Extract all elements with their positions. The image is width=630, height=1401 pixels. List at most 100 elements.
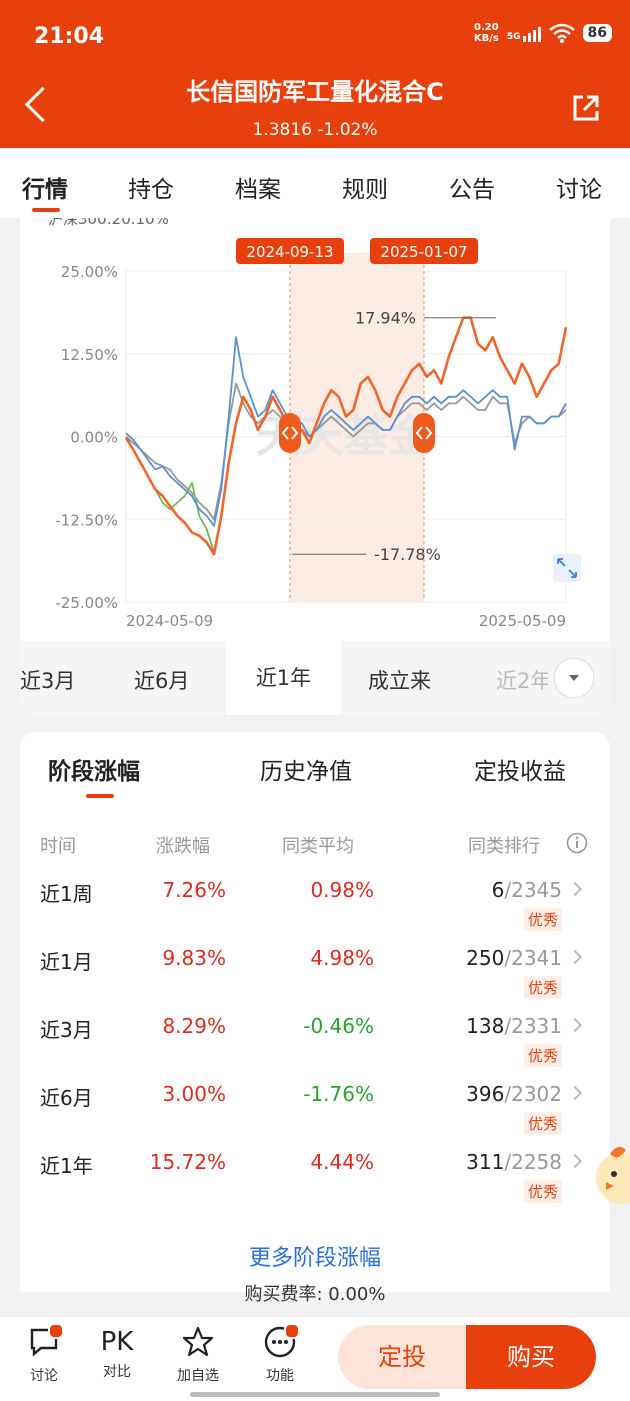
home-indicator (190, 1392, 440, 1397)
period-3m[interactable]: 近3月 (20, 665, 75, 695)
row-period: 近1周 (40, 882, 93, 906)
x-tick-label: 2025-05-09 (479, 612, 566, 630)
subtab-indicator (86, 794, 114, 798)
row-change: 8.29% (162, 1014, 226, 1038)
range-drag-handle[interactable] (413, 413, 435, 453)
max-label: 17.94% (355, 309, 416, 328)
row-peer-avg: 0.98% (310, 878, 374, 902)
tab-announcements[interactable]: 公告 (449, 170, 495, 204)
compare-button[interactable]: PK 对比 (87, 1325, 147, 1381)
tab-rules[interactable]: 规则 (342, 170, 388, 204)
battery-icon: 86 (582, 24, 612, 42)
row-change: 9.83% (162, 946, 226, 970)
expand-periods-button[interactable] (554, 658, 594, 698)
bottom-bar: 讨论 PK 对比 加自选 功能 定投 购买 (0, 1316, 630, 1401)
header-peer-avg: 同类平均 (282, 836, 354, 857)
tab-holdings[interactable]: 持仓 (128, 170, 174, 204)
period-since-inception[interactable]: 成立来 (368, 665, 431, 695)
tab-market[interactable]: 行情 (22, 170, 68, 204)
row-peer-avg: 4.44% (310, 1150, 374, 1174)
more-stage-returns-link[interactable]: 更多阶段涨幅 (20, 1240, 610, 1272)
row-period: 近3月 (40, 1018, 93, 1042)
row-peer-avg: 4.98% (310, 946, 374, 970)
range-date-tag: 2025-01-07 (370, 238, 478, 264)
status-time: 21:04 (34, 24, 105, 49)
wifi-icon (548, 23, 575, 43)
page-title: 长信国防军工量化混合C (186, 78, 444, 106)
y-tick-label: 12.50% (61, 346, 118, 364)
row-rank: 6/2345 (491, 878, 562, 902)
rank-badge: 优秀 (523, 1180, 562, 1203)
subtab-nav-history[interactable]: 历史净值 (260, 752, 352, 786)
row-rank: 138/2331 (466, 1014, 562, 1038)
range-date-label: 2025-01-07 (380, 243, 467, 261)
star-icon (182, 1326, 214, 1357)
table-row[interactable]: 近1周 7.26% 0.98% 6/2345 优秀 (20, 866, 610, 934)
pk-icon: PK (100, 1327, 134, 1357)
rank-badge: 优秀 (523, 976, 562, 999)
chevron-right-icon (567, 949, 583, 965)
chevron-down-icon (569, 675, 579, 681)
header-peer-rank: 同类排行 (468, 836, 540, 857)
notification-dot (48, 1323, 64, 1339)
period-2y[interactable]: 近2年 (496, 665, 548, 695)
buy-button[interactable]: 购买 (466, 1325, 596, 1389)
table-row[interactable]: 近1年 15.72% 4.44% 311/2258 优秀 (20, 1138, 610, 1206)
net-speed: 0.20 KB/s (473, 22, 499, 44)
range-drag-handle[interactable] (279, 413, 301, 453)
y-tick-label: 25.00% (61, 263, 118, 281)
tab-discussion[interactable]: 讨论 (556, 170, 602, 204)
row-rank: 250/2341 (466, 946, 562, 970)
y-tick-label: -12.50% (55, 511, 118, 529)
table-row[interactable]: 近6月 3.00% -1.76% 396/2302 优秀 (20, 1070, 610, 1138)
chevron-right-icon (567, 1085, 583, 1101)
fullscreen-icon-bg (553, 554, 581, 582)
period-6m[interactable]: 近6月 (134, 665, 189, 695)
mascot-icon[interactable] (592, 1142, 630, 1206)
x-tick-label: 2024-05-09 (126, 612, 213, 630)
rank-badge: 优秀 (523, 908, 562, 931)
row-change: 3.00% (162, 1082, 226, 1106)
subtab-fixed-returns[interactable]: 定投收益 (474, 752, 566, 786)
table-row[interactable]: 近1月 9.83% 4.98% 250/2341 优秀 (20, 934, 610, 1002)
performance-chart[interactable]: 25.00% 12.50% 0.00% -12.50% -25.00% 2024-05-0… (20, 218, 610, 638)
discuss-button[interactable]: 讨论 (14, 1323, 74, 1385)
returns-card: 阶段涨幅 历史净值 定投收益 时间 涨跌幅 同类平均 同类排行 近1周 7.26%… (20, 732, 610, 1292)
range-date-label: 2024-09-13 (246, 243, 333, 261)
series-line (125, 436, 215, 553)
y-tick-label: 0.00% (70, 429, 118, 447)
row-rank: 396/2302 (466, 1082, 562, 1106)
rank-badge: 优秀 (523, 1044, 562, 1067)
period-selector: 近3月 近6月 近1年 成立来 近2年 (20, 641, 610, 715)
y-tick-label: -25.00% (55, 594, 118, 612)
row-period: 近6月 (40, 1086, 93, 1110)
row-change: 7.26% (162, 878, 226, 902)
period-1y[interactable]: 近1年 (226, 641, 341, 715)
subtab-stage-returns[interactable]: 阶段涨幅 (48, 752, 140, 786)
purchase-fee: 购买费率: 0.00% (244, 1284, 386, 1305)
notification-dot (284, 1323, 300, 1339)
share-icon[interactable] (570, 92, 602, 124)
function-button[interactable]: 功能 (250, 1323, 310, 1385)
chevron-right-icon (567, 1153, 583, 1169)
header-time: 时间 (40, 836, 76, 857)
status-icons: 0.20 KB/s 5G 86 (474, 22, 612, 44)
main-tabs: 行情 持仓 档案 规则 公告 讨论 (0, 148, 630, 218)
rank-badge: 优秀 (523, 1112, 562, 1135)
chart-card: 沪深300:20.10% 25.00% 12.50% 0.00% -12.50% -25… (20, 218, 610, 715)
row-period: 近1月 (40, 950, 93, 974)
chevron-right-icon (567, 1017, 583, 1033)
table-row[interactable]: 近3月 8.29% -0.46% 138/2331 优秀 (20, 1002, 610, 1070)
row-peer-avg: -0.46% (303, 1014, 374, 1038)
info-icon[interactable] (566, 832, 588, 854)
fixed-investment-button[interactable]: 定投 (338, 1325, 466, 1389)
row-change: 15.72% (149, 1150, 226, 1174)
tab-indicator (32, 208, 60, 212)
fullscreen-icon[interactable] (553, 554, 581, 582)
row-rank: 311/2258 (466, 1150, 562, 1174)
row-period: 近1年 (40, 1154, 93, 1178)
add-watchlist-button[interactable]: 加自选 (168, 1325, 228, 1385)
tab-profile[interactable]: 档案 (235, 170, 281, 204)
header-bar: 21:04 0.20 KB/s 5G 86 长信国防军工量化混合C 1.3816 … (0, 0, 630, 148)
header-change: 涨跌幅 (156, 836, 210, 857)
